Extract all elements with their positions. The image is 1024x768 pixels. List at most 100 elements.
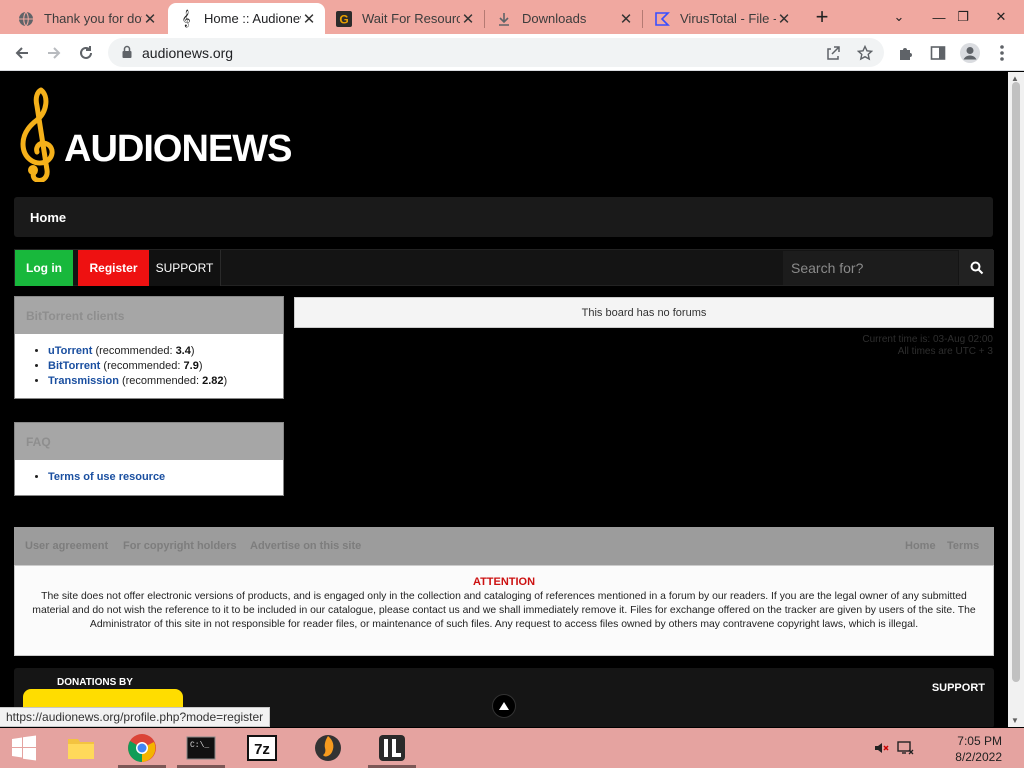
version-number: 3.4: [175, 345, 191, 357]
recommended-label: (recommended:: [92, 345, 176, 357]
g-logo-icon: G: [336, 10, 352, 27]
windows-taskbar: C:\_ 7z 7:05 PM 8/2/2022: [0, 728, 1024, 768]
paren-close: ): [190, 345, 195, 357]
logo-text: AUDIONEWS: [64, 128, 292, 170]
svg-text:C:\_: C:\_: [190, 741, 209, 750]
taskbar-file-explorer[interactable]: [57, 728, 105, 768]
tab-audionews[interactable]: 𝄞 Home :: Audionew ✕: [168, 3, 325, 34]
system-clock[interactable]: 7:05 PM 8/2/2022: [955, 733, 1002, 765]
terms-of-use-link[interactable]: Terms of use resource: [48, 471, 165, 483]
nav-home-link[interactable]: Home: [30, 210, 66, 225]
command-prompt-icon: C:\_: [186, 736, 216, 760]
tab-separator: [484, 10, 485, 28]
tab-virustotal[interactable]: VirusTotal - File - ✕: [644, 3, 800, 34]
paren-close: ): [198, 360, 203, 372]
bookmark-star-icon[interactable]: [854, 42, 876, 64]
globe-icon: [18, 11, 34, 27]
clock-date: 8/2/2022: [955, 750, 1002, 764]
clients-list: uTorrent (recommended: 3.4) BitTorrent (…: [15, 334, 283, 399]
tab-title: Thank you for dow: [44, 11, 142, 26]
network-icon[interactable]: [897, 740, 915, 759]
copyright-holders-link[interactable]: For copyright holders: [123, 540, 237, 552]
svg-text:7z: 7z: [254, 741, 270, 758]
footer-support-link[interactable]: SUPPORT: [932, 682, 985, 694]
recommended-label: (recommended:: [100, 360, 184, 372]
version-number: 2.82: [202, 375, 224, 387]
scroll-down-arrow-icon[interactable]: ▼: [1011, 716, 1019, 725]
advertise-link[interactable]: Advertise on this site: [250, 540, 361, 552]
site-logo[interactable]: AUDIONEWS: [18, 86, 292, 186]
triangle-up-icon: [499, 702, 509, 710]
forward-arrow-icon[interactable]: [40, 39, 68, 67]
download-icon: [496, 11, 512, 27]
taskbar-7zip[interactable]: 7z: [238, 728, 286, 768]
side-panel-icon[interactable]: [924, 39, 952, 67]
main-navbar: Home: [14, 197, 993, 237]
faq-list: Terms of use resource: [15, 460, 283, 495]
disclaimer-panel: ATTENTION The site does not offer electr…: [14, 565, 994, 656]
close-window-button[interactable]: ✕: [978, 0, 1024, 34]
list-item: Terms of use resource: [48, 470, 283, 485]
extensions-puzzle-icon[interactable]: [892, 39, 920, 67]
donations-label: DONATIONS BY: [57, 677, 133, 688]
link-status-bubble: https://audionews.org/profile.php?mode=r…: [0, 707, 271, 727]
block-title: FAQ: [15, 423, 283, 460]
file-explorer-icon: [68, 739, 94, 759]
volume-muted-icon[interactable]: [873, 740, 889, 759]
search-input[interactable]: [783, 251, 958, 285]
browser-toolbar: audionews.org: [0, 34, 1024, 71]
tab-title: Downloads: [522, 11, 587, 26]
search-icon: [970, 261, 983, 275]
fl-studio-icon: [315, 735, 341, 761]
support-button[interactable]: SUPPORT: [149, 250, 221, 286]
menu-kebab-icon[interactable]: [988, 39, 1016, 67]
reload-icon[interactable]: [72, 39, 100, 67]
svg-text:G: G: [339, 12, 348, 26]
client-link[interactable]: uTorrent: [48, 345, 92, 357]
7zip-icon: 7z: [247, 735, 277, 761]
user-agreement-link[interactable]: User agreement: [25, 540, 108, 552]
register-button[interactable]: Register: [78, 250, 149, 286]
clock-time: 7:05 PM: [957, 734, 1002, 748]
share-icon[interactable]: [822, 42, 844, 64]
tab-thank-you[interactable]: Thank you for dow ✕: [8, 3, 166, 34]
taskbar-il-app[interactable]: [368, 728, 416, 768]
client-link[interactable]: Transmission: [48, 375, 119, 387]
tab-wait-for-resource[interactable]: G Wait For Resourc ✕: [326, 3, 484, 34]
address-url[interactable]: audionews.org: [142, 45, 233, 61]
tab-close-icon[interactable]: ✕: [142, 11, 158, 28]
footer-links-bar: User agreement For copyright holders Adv…: [14, 527, 994, 565]
current-time-text: Current time is: 03-Aug 02:00: [862, 334, 993, 345]
list-item: BitTorrent (recommended: 7.9): [48, 359, 283, 374]
address-bar[interactable]: audionews.org: [108, 38, 884, 67]
search-button[interactable]: [959, 250, 994, 286]
footer-terms-link[interactable]: Terms: [947, 540, 979, 552]
taskbar-chrome[interactable]: [118, 728, 166, 768]
web-page: AUDIONEWS Home Log in Register SUPPORT B…: [0, 72, 1008, 727]
tab-separator: [642, 10, 643, 28]
windows-logo-icon: [12, 735, 36, 761]
user-bar: Log in Register SUPPORT: [14, 249, 994, 286]
taskbar-command-prompt[interactable]: C:\_: [177, 728, 225, 768]
tab-close-icon[interactable]: ✕: [460, 11, 476, 28]
login-button[interactable]: Log in: [15, 250, 73, 286]
treble-clef-icon: 𝄞: [181, 10, 191, 27]
tab-close-icon[interactable]: ✕: [301, 11, 317, 28]
scrollbar-thumb[interactable]: [1012, 82, 1020, 682]
lock-icon[interactable]: [120, 45, 134, 59]
profile-avatar-icon[interactable]: [956, 39, 984, 67]
recommended-label: (recommended:: [118, 375, 203, 387]
tab-downloads[interactable]: Downloads ✕: [486, 3, 642, 34]
back-arrow-icon[interactable]: [8, 39, 36, 67]
new-tab-button[interactable]: +: [808, 3, 836, 31]
tab-close-icon[interactable]: ✕: [776, 11, 792, 28]
taskbar-fl-studio[interactable]: [304, 728, 352, 768]
footer-home-link[interactable]: Home: [905, 540, 936, 552]
list-item: uTorrent (recommended: 3.4): [48, 344, 283, 359]
tab-close-icon[interactable]: ✕: [618, 11, 634, 28]
start-button[interactable]: [0, 728, 48, 768]
page-scrollbar[interactable]: ▲ ▼: [1008, 72, 1024, 727]
scroll-to-top-button[interactable]: [492, 694, 516, 718]
tab-title: Wait For Resourc: [362, 11, 460, 26]
client-link[interactable]: BitTorrent: [48, 360, 100, 372]
